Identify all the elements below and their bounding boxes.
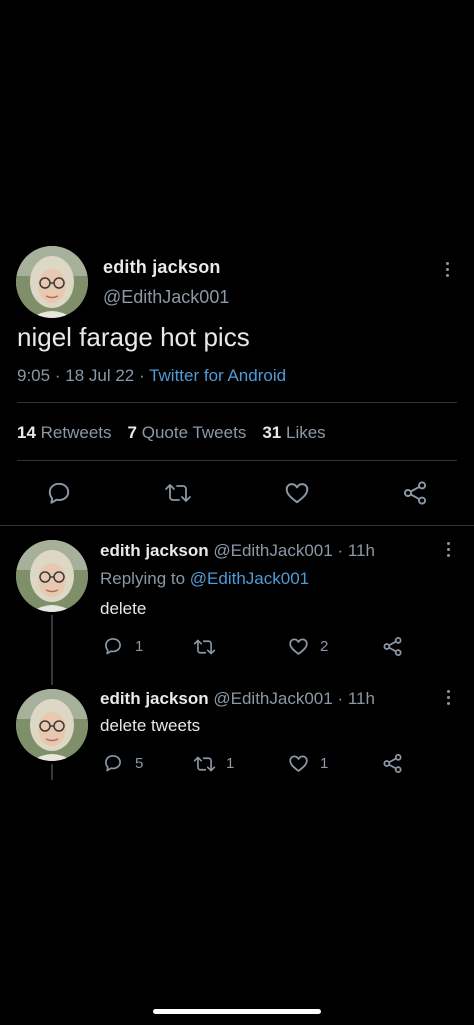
thread-connector-line <box>51 615 53 685</box>
divider <box>17 460 457 461</box>
reply-avatar[interactable] <box>16 540 88 612</box>
reply-more-icon[interactable] <box>445 690 451 710</box>
reply-text: delete tweets <box>100 716 201 735</box>
main-tweet-author-name[interactable]: edith jackson <box>103 257 221 278</box>
thread-connector-line <box>51 764 53 780</box>
likes-stat[interactable]: 31 Likes <box>262 423 325 442</box>
retweet-icon[interactable] <box>164 480 192 506</box>
reply-text: delete <box>100 599 147 618</box>
main-tweet-source-link[interactable]: Twitter for Android <box>149 366 286 385</box>
main-tweet-avatar[interactable] <box>16 246 88 318</box>
reply-header: edith jackson @EdithJack001 · 11h <box>100 541 375 561</box>
like-count: 1 <box>320 755 329 772</box>
replying-to-label: Replying to <box>100 569 186 588</box>
share-icon[interactable] <box>382 636 403 657</box>
like-icon[interactable] <box>288 636 309 657</box>
divider <box>17 402 457 403</box>
reply-handle[interactable]: @EdithJack001 <box>213 541 332 560</box>
reply-icon[interactable] <box>103 636 123 656</box>
like-count: 2 <box>320 638 329 655</box>
reply-count: 1 <box>135 638 144 655</box>
reply-author-name[interactable]: edith jackson <box>100 541 209 560</box>
reply-time: · 11h <box>337 689 375 708</box>
share-icon[interactable] <box>382 753 403 774</box>
like-icon[interactable] <box>288 753 309 774</box>
reply-time: · 11h <box>337 541 375 560</box>
meta-separator: · <box>54 366 61 385</box>
reply-avatar[interactable] <box>16 689 88 761</box>
main-tweet-time: 9:05 <box>17 366 51 385</box>
quote-tweets-stat[interactable]: 7 Quote Tweets <box>128 423 247 442</box>
reply-author-name[interactable]: edith jackson <box>100 689 209 708</box>
like-icon[interactable] <box>284 480 310 506</box>
meta-separator: · <box>138 366 145 385</box>
share-icon[interactable] <box>402 480 428 506</box>
retweet-icon[interactable] <box>193 754 216 774</box>
main-tweet-text: nigel farage hot pics <box>17 322 250 352</box>
retweet-icon[interactable] <box>193 637 216 657</box>
reply-count: 5 <box>135 755 144 772</box>
retweets-stat[interactable]: 14 Retweets <box>17 423 112 442</box>
reply-icon[interactable] <box>103 753 123 773</box>
replying-to-mention[interactable]: @EdithJack001 <box>190 569 309 588</box>
reply-more-icon[interactable] <box>445 542 451 562</box>
main-tweet-date: 18 Jul 22 <box>65 366 135 385</box>
main-tweet-more-icon[interactable] <box>444 262 450 282</box>
main-tweet-handle[interactable]: @EdithJack001 <box>103 287 229 308</box>
reply-handle[interactable]: @EdithJack001 <box>213 689 332 708</box>
replying-to-line: Replying to @EdithJack001 <box>100 569 309 589</box>
main-tweet-stats: 14 Retweets 7 Quote Tweets 31 Likes <box>17 423 326 443</box>
main-tweet-meta: 9:05 · 18 Jul 22 · Twitter for Android <box>17 366 286 386</box>
home-indicator[interactable] <box>153 1009 321 1014</box>
reply-header: edith jackson @EdithJack001 · 11h <box>100 689 375 709</box>
retweet-count: 1 <box>226 755 235 772</box>
divider <box>0 525 474 526</box>
reply-icon[interactable] <box>46 480 72 506</box>
